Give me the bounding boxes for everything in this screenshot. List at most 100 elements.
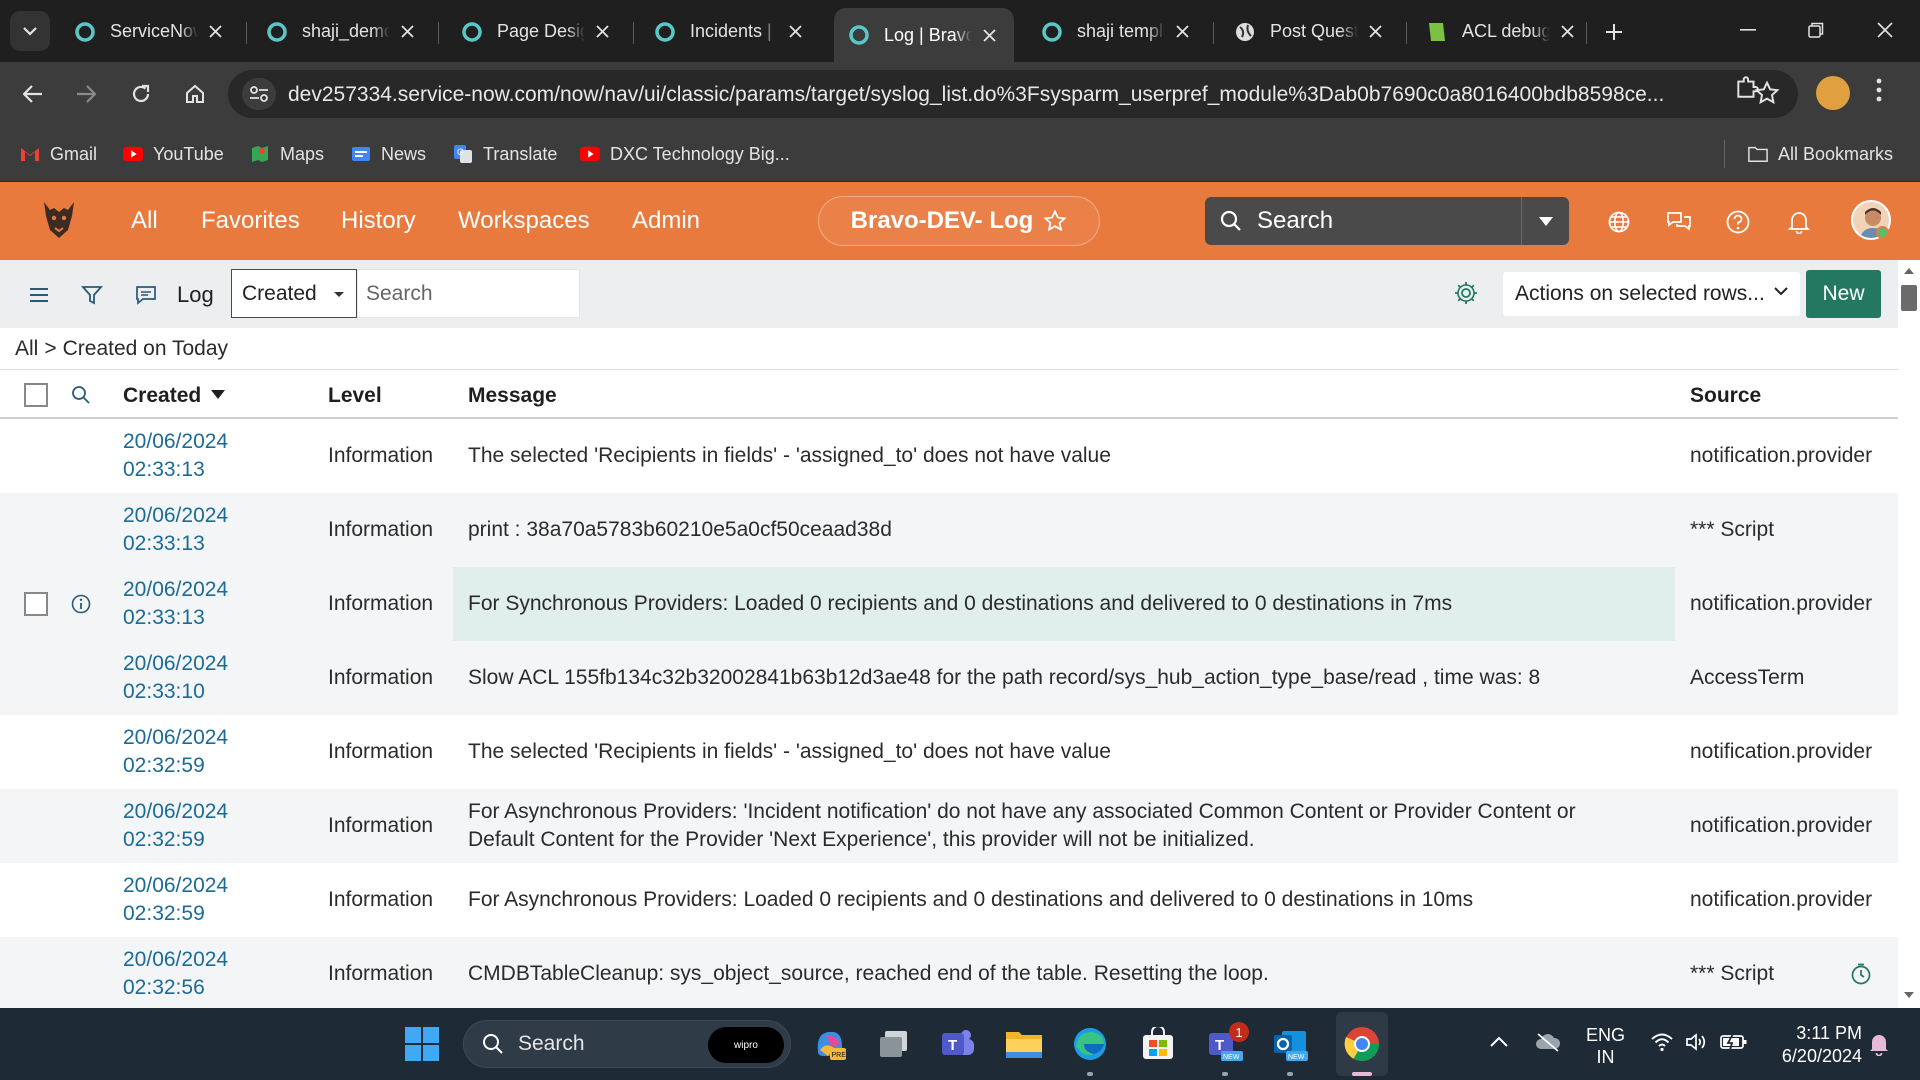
breadcrumb-filter[interactable]: Created on Today <box>63 337 228 360</box>
created-cell[interactable]: 20/06/2024 02:33:13 <box>123 493 313 567</box>
system-clock[interactable]: 3:11 PM 6/20/2024 <box>1768 1022 1862 1068</box>
scrollbar-thumb[interactable] <box>1901 285 1917 311</box>
reload-button[interactable] <box>121 74 161 114</box>
context-title-pill[interactable]: Bravo-DEV- Log <box>818 196 1100 246</box>
scroll-down-arrow-icon[interactable] <box>1904 992 1914 998</box>
table-row[interactable]: 20/06/2024 02:32:59 Information For Async… <box>0 863 1898 937</box>
bookmark-news[interactable]: News <box>351 140 426 168</box>
breadcrumb-all[interactable]: All <box>15 337 38 360</box>
close-tab-icon[interactable] <box>1171 21 1193 43</box>
actions-on-selected-rows-select[interactable]: Actions on selected rows... <box>1503 272 1800 316</box>
edge-browser-icon[interactable] <box>1070 1024 1110 1064</box>
back-button[interactable] <box>13 74 53 114</box>
browser-tab[interactable]: Page Designer <box>447 11 627 52</box>
notifications-button[interactable] <box>1784 207 1814 237</box>
all-bookmarks-button[interactable]: All Bookmarks <box>1748 140 1893 168</box>
close-window-button[interactable] <box>1862 12 1908 48</box>
close-tab-icon[interactable] <box>204 21 226 43</box>
bookmark-youtube[interactable]: YouTube <box>123 140 224 168</box>
task-view-icon[interactable] <box>874 1024 914 1064</box>
copilot-app-icon[interactable]: PRE <box>810 1024 850 1064</box>
globe-button[interactable] <box>1604 207 1634 237</box>
list-search-input[interactable]: Search <box>357 269 580 318</box>
row-info-button[interactable] <box>71 594 91 614</box>
site-info-button[interactable] <box>242 78 276 110</box>
chrome-app-icon[interactable] <box>1342 1024 1382 1064</box>
home-button[interactable] <box>175 74 215 114</box>
new-tab-button[interactable] <box>1596 14 1632 50</box>
created-cell[interactable]: 20/06/2024 02:33:10 <box>123 641 313 715</box>
search-scope-dropdown[interactable] <box>1521 197 1569 245</box>
column-search-button[interactable] <box>71 385 91 405</box>
created-cell[interactable]: 20/06/2024 02:32:56 <box>123 937 313 1009</box>
start-button[interactable] <box>404 1026 440 1062</box>
browser-tab-active[interactable]: Log | Bravo-DEV <box>834 8 1014 62</box>
table-row[interactable]: 20/06/2024 02:32:59 Information The selec… <box>0 715 1898 789</box>
minimize-button[interactable] <box>1725 12 1771 48</box>
column-header-level[interactable]: Level <box>328 384 382 408</box>
created-cell[interactable]: 20/06/2024 02:33:13 <box>123 419 313 493</box>
list-activity-button[interactable] <box>133 282 159 308</box>
clock-icon[interactable] <box>1850 963 1872 985</box>
table-row[interactable]: 20/06/2024 02:32:56 Information CMDBTable… <box>0 937 1898 1009</box>
bookmark-maps[interactable]: Maps <box>250 140 324 168</box>
created-cell[interactable]: 20/06/2024 02:32:59 <box>123 789 313 863</box>
favorite-star-icon[interactable] <box>1043 209 1067 233</box>
browser-tab[interactable]: shaji_demo <box>252 11 432 52</box>
browser-tab[interactable]: ServiceNow <box>60 11 240 52</box>
close-tab-icon[interactable] <box>591 21 613 43</box>
profile-avatar[interactable] <box>1816 76 1850 110</box>
language-indicator[interactable]: ENG IN <box>1586 1024 1625 1068</box>
browser-tab[interactable]: Incidents | ServiceNow <box>640 11 820 52</box>
help-button[interactable] <box>1723 207 1753 237</box>
restore-button[interactable] <box>1793 12 1839 48</box>
list-menu-button[interactable] <box>26 282 52 308</box>
vertical-scrollbar[interactable] <box>1898 260 1920 1008</box>
created-cell[interactable]: 20/06/2024 02:33:13 <box>123 567 313 641</box>
extensions-button[interactable] <box>1734 74 1760 100</box>
chat-button[interactable] <box>1664 207 1694 237</box>
nav-all[interactable]: All <box>131 207 158 235</box>
close-tab-icon[interactable] <box>396 21 418 43</box>
browser-tab[interactable]: shaji template <box>1027 11 1207 52</box>
message-cell[interactable]: For Synchronous Providers: Loaded 0 reci… <box>468 567 1636 641</box>
bookmark-gmail[interactable]: Gmail <box>20 140 97 168</box>
scroll-up-arrow-icon[interactable] <box>1904 268 1914 274</box>
teams-app-icon[interactable]: T <box>938 1024 978 1064</box>
browser-tab[interactable]: Post Question <box>1220 11 1400 52</box>
onedrive-icon[interactable] <box>1535 1032 1561 1052</box>
notification-center-bell-icon[interactable] <box>1868 1032 1890 1056</box>
close-tab-icon[interactable] <box>1364 21 1386 43</box>
created-cell[interactable]: 20/06/2024 02:32:59 <box>123 863 313 937</box>
bookmark-translate[interactable]: G Translate <box>453 140 557 168</box>
browser-menu-button[interactable] <box>1876 78 1882 102</box>
tab-search-button[interactable] <box>10 11 50 51</box>
column-header-message[interactable]: Message <box>468 384 557 408</box>
list-settings-button[interactable] <box>1453 280 1479 306</box>
outlook-new-app-icon[interactable]: NEW <box>1270 1024 1310 1064</box>
wifi-icon[interactable] <box>1650 1032 1674 1052</box>
row-checkbox[interactable] <box>24 592 48 616</box>
column-header-source[interactable]: Source <box>1690 384 1761 408</box>
bookmark-dxc[interactable]: DXC Technology Big... <box>580 140 790 168</box>
select-all-checkbox[interactable] <box>24 383 48 407</box>
close-tab-icon[interactable] <box>784 21 806 43</box>
browser-tab[interactable]: ACL debug <box>1412 11 1592 52</box>
global-search-input[interactable]: Search <box>1205 197 1521 245</box>
microsoft-store-icon[interactable] <box>1138 1024 1178 1064</box>
company-logo[interactable] <box>40 200 78 240</box>
table-row[interactable]: 20/06/2024 02:33:13 Information The selec… <box>0 419 1898 493</box>
filter-button[interactable] <box>79 282 105 308</box>
battery-charging-icon[interactable] <box>1720 1032 1748 1052</box>
close-tab-icon[interactable] <box>978 24 1000 46</box>
url-text[interactable]: dev257334.service-now.com/now/nav/ui/cla… <box>288 83 1708 107</box>
nav-admin[interactable]: Admin <box>632 207 700 235</box>
table-row[interactable]: 20/06/2024 02:32:59 Information For Async… <box>0 789 1898 863</box>
file-explorer-icon[interactable] <box>1004 1024 1044 1064</box>
created-cell[interactable]: 20/06/2024 02:32:59 <box>123 715 313 789</box>
close-tab-icon[interactable] <box>1556 21 1578 43</box>
nav-favorites[interactable]: Favorites <box>201 207 300 235</box>
show-hidden-icons-button[interactable] <box>1490 1036 1508 1047</box>
table-row-hovered[interactable]: 20/06/2024 02:33:13 Information For Synch… <box>0 567 1898 641</box>
forward-button[interactable] <box>66 74 106 114</box>
